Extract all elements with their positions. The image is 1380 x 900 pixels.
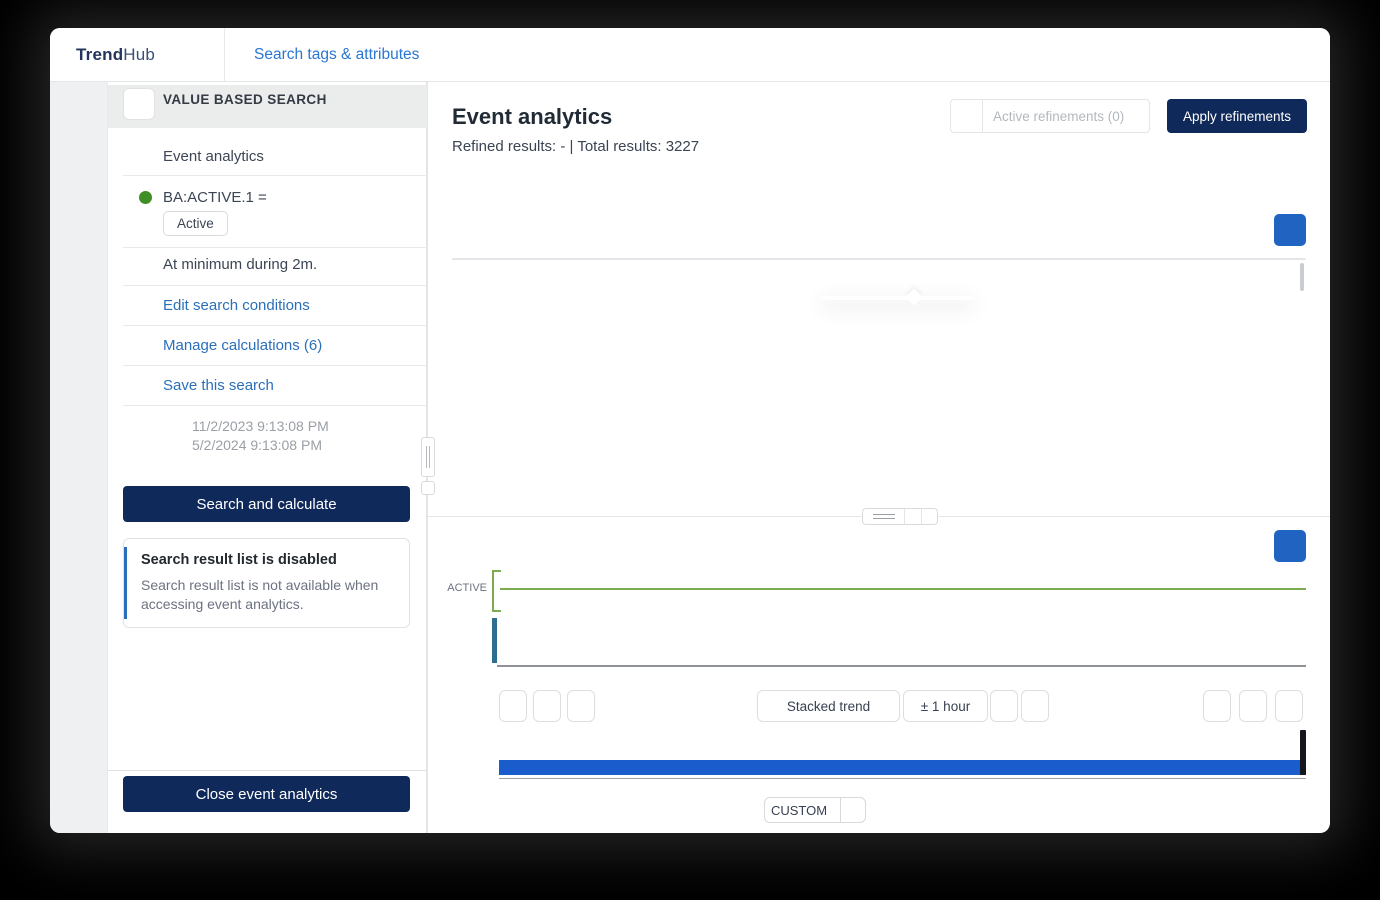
divider [123,365,427,366]
divider [123,405,427,406]
divider [123,325,427,326]
duration-condition: At minimum during 2m. [163,256,317,273]
event-type-label: Event analytics [163,148,264,165]
app-title: TrendHub [76,45,155,65]
page-title: Event analytics [452,104,612,130]
chart-settings-button[interactable] [1274,530,1306,562]
manage-calculations-link[interactable]: Manage calculations (6) [163,337,322,354]
icon-rail [50,82,108,833]
close-event-analytics-button[interactable]: Close event analytics [123,776,410,812]
info-accent-bar [124,547,127,619]
info-body: Search result list is not available when… [141,576,391,614]
panel-collapse-button[interactable] [421,481,435,495]
condition-value-chip[interactable]: Active [163,211,228,236]
column-context-menu [820,296,975,300]
search-and-calculate-button[interactable]: Search and calculate [123,486,410,522]
range-end-value: 5/2/2024 9:13:08 PM [192,437,322,453]
pan-right-button[interactable] [1275,690,1303,722]
expand-down-button[interactable] [922,509,938,524]
expand-up-button[interactable] [905,509,922,524]
custom-range-group: CUSTOM [764,797,866,823]
logo-area[interactable]: TrendHub [50,28,225,81]
stacked-trend-label: Stacked trend [787,699,870,714]
menu-caret [906,289,923,306]
time-range-button[interactable]: ± 1 hour [903,690,988,722]
lock-button[interactable] [990,690,1018,722]
time-button-left[interactable] [567,690,595,722]
results-summary: Refined results: - | Total results: 3227 [452,138,699,155]
value-based-search-panel [108,82,427,833]
topbar: TrendHub [50,28,1330,82]
trend-plot[interactable] [497,618,1306,665]
calendar-button-left[interactable] [533,690,561,722]
active-refinements-select[interactable]: Active refinements (0) [950,99,1150,133]
state-axis-bracket [492,570,501,612]
home-button[interactable] [123,88,155,120]
range-start-value: 11/2/2023 9:13:08 PM [192,418,329,434]
selection-range-bar[interactable] [499,760,1306,775]
table-scrollbar[interactable] [1300,263,1304,291]
stacked-trend-select[interactable]: Stacked trend [757,690,900,722]
state-axis-label: ACTIVE [430,582,487,594]
split-resize-handle[interactable] [862,508,938,525]
time-range-label: ± 1 hour [921,699,970,714]
edit-search-conditions-link[interactable]: Edit search conditions [163,297,310,314]
x-axis [497,665,1306,667]
custom-window-button[interactable] [840,797,866,823]
app-window: TrendHub VALUE BASED SEARCH Event analyt… [50,28,1330,833]
timeline-overview[interactable] [499,730,1306,775]
condition-tag: BA:ACTIVE.1 = [163,189,267,206]
custom-range-button[interactable]: CUSTOM [764,797,841,823]
range-start-row: 11/2/2023 9:13:08 PM [184,418,329,434]
calendar-button-right[interactable] [1203,690,1231,722]
custom-label: CUSTOM [771,803,827,818]
state-series-line [500,588,1306,590]
overview-axis [499,778,1306,779]
divider [123,175,427,176]
history-button[interactable] [1021,690,1049,722]
info-card: Search result list is disabled Search re… [123,538,410,628]
panel-resize-handle[interactable] [421,437,435,477]
divider [108,770,427,771]
range-handle[interactable] [1300,730,1306,775]
apply-refinements-button[interactable]: Apply refinements [1167,99,1307,133]
vbs-title: VALUE BASED SEARCH [163,92,327,107]
active-refinements-label: Active refinements (0) [983,109,1139,124]
results-table [452,258,1306,260]
divider [123,285,427,286]
time-button-right[interactable] [1239,690,1267,722]
range-end-row: 5/2/2024 9:13:08 PM [184,437,322,453]
divider [123,247,427,248]
global-search [225,28,1310,81]
pan-left-button[interactable] [499,690,527,722]
table-settings-button[interactable] [1274,214,1306,246]
save-search-link[interactable]: Save this search [163,377,274,394]
status-dot [139,191,152,204]
info-title: Search result list is disabled [141,552,337,568]
drag-grip[interactable] [863,509,905,524]
search-input[interactable] [254,46,574,64]
